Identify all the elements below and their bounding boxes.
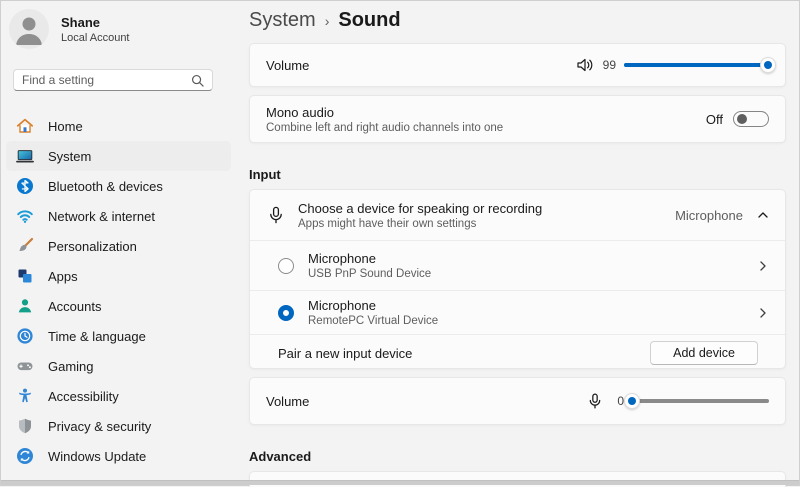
user-name: Shane [61,15,130,30]
bluetooth-icon [16,177,34,195]
breadcrumb-parent[interactable]: System [249,9,316,32]
mono-audio-title: Mono audio [266,105,503,120]
slider-thumb[interactable] [760,57,776,73]
input-device-expander-header[interactable]: Choose a device for speaking or recordin… [250,190,785,240]
privacy-security-icon [16,417,34,435]
sidebar-item-network-internet[interactable]: Network & internet [6,201,231,231]
sidebar-item-label: Network & internet [48,209,155,224]
sidebar-item-label: Personalization [48,239,137,254]
chooser-title: Choose a device for speaking or recordin… [298,201,542,216]
apps-icon [16,267,34,285]
speaker-icon[interactable] [575,55,595,75]
chevron-up-icon[interactable] [757,209,769,221]
pair-device-row: Pair a new input device Add device [250,335,785,371]
settings-main: System › Sound Volume 99 Mono audio [237,1,799,485]
sidebar-item-label: Time & language [48,329,146,344]
windows-update-icon [16,447,34,465]
sidebar-item-gaming[interactable]: Gaming [6,351,231,381]
pair-device-label: Pair a new input device [278,346,412,361]
user-account-block[interactable]: Shane Local Account [9,9,130,49]
search-input[interactable]: Find a setting [13,69,213,91]
time-language-icon [16,327,34,345]
sidebar-item-privacy-security[interactable]: Privacy & security [6,411,231,441]
avatar [9,9,49,49]
microphone-small-icon [586,392,604,410]
mono-audio-subtitle: Combine left and right audio channels in… [266,122,503,134]
sidebar-item-label: Bluetooth & devices [48,179,163,194]
sidebar-item-accessibility[interactable]: Accessibility [6,381,231,411]
page-title: Sound [338,9,400,32]
sidebar-item-apps[interactable]: Apps [6,261,231,291]
output-volume-slider[interactable] [624,56,769,74]
sidebar-item-label: Home [48,119,83,134]
sidebar-item-label: Privacy & security [48,419,151,434]
input-section-heading: Input [249,167,281,182]
sidebar-item-home[interactable]: Home [6,111,231,141]
chooser-subtitle: Apps might have their own settings [298,218,542,230]
gaming-icon [16,357,34,375]
device-name: Microphone [308,298,438,313]
sidebar-item-bluetooth-devices[interactable]: Bluetooth & devices [6,171,231,201]
add-device-button[interactable]: Add device [650,341,758,365]
breadcrumb: System › Sound [249,9,401,32]
sidebar-item-personalization[interactable]: Personalization [6,231,231,261]
mono-audio-toggle[interactable] [733,111,769,127]
chevron-right-icon[interactable] [757,307,769,319]
sidebar-nav: Home System [6,111,231,471]
sidebar-item-label: Gaming [48,359,94,374]
home-icon [16,117,34,135]
output-volume-value: 99 [603,58,616,72]
device-row-remotepc[interactable]: Microphone RemotePC Virtual Device [250,291,785,334]
accessibility-icon [16,387,34,405]
output-volume-label: Volume [266,58,309,73]
mono-audio-card: Mono audio Combine left and right audio … [249,95,786,143]
sidebar-item-system[interactable]: System [6,141,231,171]
user-account-type: Local Account [61,32,130,44]
sidebar-item-windows-update[interactable]: Windows Update [6,441,231,471]
settings-sidebar: Shane Local Account Find a setting Home [1,1,237,485]
network-icon [16,207,34,225]
input-volume-slider[interactable] [632,392,769,410]
sidebar-item-time-language[interactable]: Time & language [6,321,231,351]
accounts-icon [16,297,34,315]
input-volume-card: Volume 0 [249,377,786,425]
window-bottom-edge [1,480,799,485]
device-name: Microphone [308,251,431,266]
system-icon [16,147,34,165]
input-volume-value: 0 [612,394,624,408]
person-icon [9,9,49,49]
sidebar-item-label: Apps [48,269,78,284]
radio-selected[interactable] [278,305,294,321]
search-icon [191,74,204,87]
sidebar-item-accounts[interactable]: Accounts [6,291,231,321]
radio-unselected[interactable] [278,258,294,274]
sidebar-item-label: System [48,149,91,164]
input-device-chooser-card: Choose a device for speaking or recordin… [249,189,786,369]
search-placeholder: Find a setting [22,73,191,87]
personalization-icon [16,237,34,255]
sidebar-item-label: Accounts [48,299,101,314]
device-row-usb-pnp[interactable]: Microphone USB PnP Sound Device [250,241,785,290]
chooser-selected-summary: Microphone [675,208,743,223]
advanced-section-heading: Advanced [249,449,311,464]
breadcrumb-separator-icon: › [325,13,330,29]
mono-audio-state-label: Off [706,112,723,127]
microphone-icon [266,205,286,225]
slider-thumb[interactable] [624,393,640,409]
chevron-right-icon[interactable] [757,260,769,272]
input-volume-label: Volume [266,394,309,409]
device-description: RemotePC Virtual Device [308,315,438,327]
sidebar-item-label: Windows Update [48,449,146,464]
output-volume-card: Volume 99 [249,43,786,87]
device-description: USB PnP Sound Device [308,268,431,280]
sidebar-item-label: Accessibility [48,389,119,404]
